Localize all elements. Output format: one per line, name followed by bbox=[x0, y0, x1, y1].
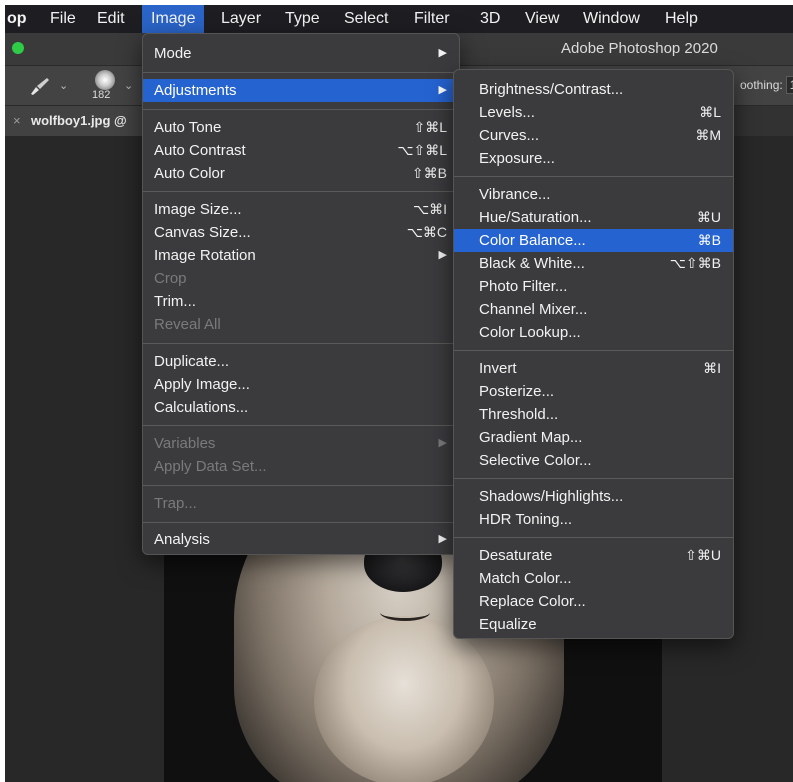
menu-item-image-size[interactable]: Image Size... ⌥⌘I bbox=[143, 198, 459, 221]
menu-item-mode[interactable]: Mode ▶ bbox=[143, 42, 459, 65]
menu-item-black-white[interactable]: Black & White... ⌥⇧⌘B bbox=[454, 252, 733, 275]
menu-item-apply-image[interactable]: Apply Image... bbox=[143, 373, 459, 396]
menu-item-replace-color[interactable]: Replace Color... bbox=[454, 590, 733, 613]
menu-separator bbox=[143, 522, 459, 523]
menu-separator bbox=[143, 191, 459, 192]
photoshop-window: op File Edit Image Layer Type Select Fil… bbox=[5, 5, 793, 782]
submenu-arrow-icon: ▶ bbox=[438, 533, 447, 545]
menu-image[interactable]: Image bbox=[142, 5, 205, 33]
shortcut-label: ⌘L bbox=[699, 104, 721, 120]
menu-separator bbox=[454, 537, 733, 538]
wolf-mouth-image bbox=[380, 604, 430, 621]
menu-item-image-rotation[interactable]: Image Rotation ▶ bbox=[143, 244, 459, 267]
menu-item-color-lookup[interactable]: Color Lookup... bbox=[454, 321, 733, 344]
menu-separator bbox=[454, 350, 733, 351]
shortcut-label: ⌘B bbox=[697, 232, 721, 248]
smoothing-input[interactable]: 1 bbox=[785, 76, 793, 94]
menu-select[interactable]: Select bbox=[335, 5, 397, 33]
window-title: Adobe Photoshop 2020 bbox=[561, 40, 718, 57]
menu-separator bbox=[143, 425, 459, 426]
menu-item-posterize[interactable]: Posterize... bbox=[454, 380, 733, 403]
menu-file[interactable]: File bbox=[41, 5, 85, 33]
shortcut-label: ⌥⌘C bbox=[406, 224, 447, 240]
menu-item-variables: Variables ▶ bbox=[143, 432, 459, 455]
document-tab[interactable]: × wolfboy1.jpg @ bbox=[5, 106, 152, 136]
menu-filter[interactable]: Filter bbox=[405, 5, 459, 33]
brush-preview-icon[interactable] bbox=[95, 70, 115, 90]
submenu-arrow-icon: ▶ bbox=[438, 47, 447, 59]
menu-item-trap: Trap... bbox=[154, 495, 197, 512]
close-tab-icon[interactable]: × bbox=[13, 113, 21, 128]
menu-item-adjustments[interactable]: Adjustments ▶ bbox=[143, 79, 459, 102]
menu-item-threshold[interactable]: Threshold... bbox=[454, 403, 733, 426]
menu-item-auto-tone[interactable]: Auto Tone ⇧⌘L bbox=[143, 116, 459, 139]
menu-3d[interactable]: 3D bbox=[471, 5, 509, 33]
shortcut-label: ⌥⌘I bbox=[412, 201, 447, 217]
smoothing-control: oothing:1 bbox=[740, 74, 793, 96]
menu-item-color-balance[interactable]: Color Balance... ⌘B bbox=[454, 229, 733, 252]
menu-item-auto-contrast[interactable]: Auto Contrast ⌥⇧⌘L bbox=[143, 139, 459, 162]
menu-item-photo-filter[interactable]: Photo Filter... bbox=[454, 275, 733, 298]
menu-item-levels[interactable]: Levels... ⌘L bbox=[454, 101, 733, 124]
shortcut-label: ⇧⌘U bbox=[685, 547, 721, 563]
menu-item-vibrance[interactable]: Vibrance... bbox=[454, 183, 733, 206]
shortcut-label: ⇧⌘B bbox=[411, 165, 447, 181]
brush-picker-chevron-icon[interactable]: ⌄ bbox=[124, 79, 133, 92]
wolf-muzzle-image bbox=[314, 616, 494, 782]
adjustments-submenu: Brightness/Contrast... Levels... ⌘L Curve… bbox=[453, 69, 734, 639]
submenu-arrow-icon: ▶ bbox=[438, 437, 447, 449]
menu-help[interactable]: Help bbox=[656, 5, 707, 33]
menu-separator bbox=[454, 176, 733, 177]
menu-item-crop: Crop bbox=[154, 270, 187, 287]
smoothing-label: oothing: bbox=[740, 78, 783, 92]
shortcut-label: ⇧⌘L bbox=[413, 119, 447, 135]
zoom-window-button[interactable] bbox=[12, 42, 24, 54]
menu-item-hue-saturation[interactable]: Hue/Saturation... ⌘U bbox=[454, 206, 733, 229]
menu-view[interactable]: View bbox=[516, 5, 568, 33]
menu-item-hdr-toning[interactable]: HDR Toning... bbox=[454, 508, 733, 531]
menu-separator bbox=[143, 343, 459, 344]
menu-item-selective-color[interactable]: Selective Color... bbox=[454, 449, 733, 472]
menu-item-channel-mixer[interactable]: Channel Mixer... bbox=[454, 298, 733, 321]
menu-item-desaturate[interactable]: Desaturate ⇧⌘U bbox=[454, 544, 733, 567]
shortcut-label: ⌘M bbox=[695, 127, 721, 143]
menu-separator bbox=[143, 72, 459, 73]
menu-item-shadows-highlights[interactable]: Shadows/Highlights... bbox=[454, 485, 733, 508]
menu-item-exposure[interactable]: Exposure... bbox=[454, 147, 733, 170]
menu-layer[interactable]: Layer bbox=[212, 5, 270, 33]
menu-separator bbox=[143, 485, 459, 486]
menu-item-match-color[interactable]: Match Color... bbox=[454, 567, 733, 590]
menu-separator bbox=[454, 478, 733, 479]
shortcut-label: ⌥⇧⌘B bbox=[669, 255, 721, 271]
shortcut-label: ⌘U bbox=[696, 209, 721, 225]
menu-item-brightness-contrast[interactable]: Brightness/Contrast... bbox=[454, 78, 733, 101]
menu-item-auto-color[interactable]: Auto Color ⇧⌘B bbox=[143, 162, 459, 185]
menu-window[interactable]: Window bbox=[574, 5, 649, 33]
menu-item-curves[interactable]: Curves... ⌘M bbox=[454, 124, 733, 147]
menu-item-duplicate[interactable]: Duplicate... bbox=[143, 350, 459, 373]
shortcut-label: ⌘I bbox=[703, 360, 721, 376]
menu-item-invert[interactable]: Invert ⌘I bbox=[454, 357, 733, 380]
menu-edit[interactable]: Edit bbox=[88, 5, 134, 33]
menu-item-apply-data-set: Apply Data Set... bbox=[154, 458, 267, 475]
menu-item-calculations[interactable]: Calculations... bbox=[143, 396, 459, 419]
tool-preset-chevron-icon[interactable]: ⌄ bbox=[59, 79, 68, 92]
image-menu: Mode ▶ Adjustments ▶ Auto Tone ⇧⌘L Auto Con… bbox=[142, 33, 460, 555]
menu-item-gradient-map[interactable]: Gradient Map... bbox=[454, 426, 733, 449]
menu-app-name[interactable]: op bbox=[5, 5, 36, 33]
shortcut-label: ⌥⇧⌘L bbox=[397, 142, 447, 158]
menu-type[interactable]: Type bbox=[276, 5, 329, 33]
menu-separator bbox=[143, 109, 459, 110]
submenu-arrow-icon: ▶ bbox=[438, 84, 447, 96]
menu-item-reveal-all: Reveal All bbox=[154, 316, 221, 333]
submenu-arrow-icon: ▶ bbox=[438, 249, 447, 261]
menu-item-canvas-size[interactable]: Canvas Size... ⌥⌘C bbox=[143, 221, 459, 244]
brush-size-value: 182 bbox=[92, 89, 111, 101]
menu-item-analysis[interactable]: Analysis ▶ bbox=[143, 528, 459, 551]
menu-bar: op File Edit Image Layer Type Select Fil… bbox=[5, 5, 793, 33]
document-tab-title: wolfboy1.jpg @ bbox=[31, 113, 127, 128]
menu-item-equalize[interactable]: Equalize bbox=[454, 613, 733, 636]
brush-tool-icon[interactable] bbox=[27, 75, 53, 97]
menu-item-trim[interactable]: Trim... bbox=[143, 290, 459, 313]
